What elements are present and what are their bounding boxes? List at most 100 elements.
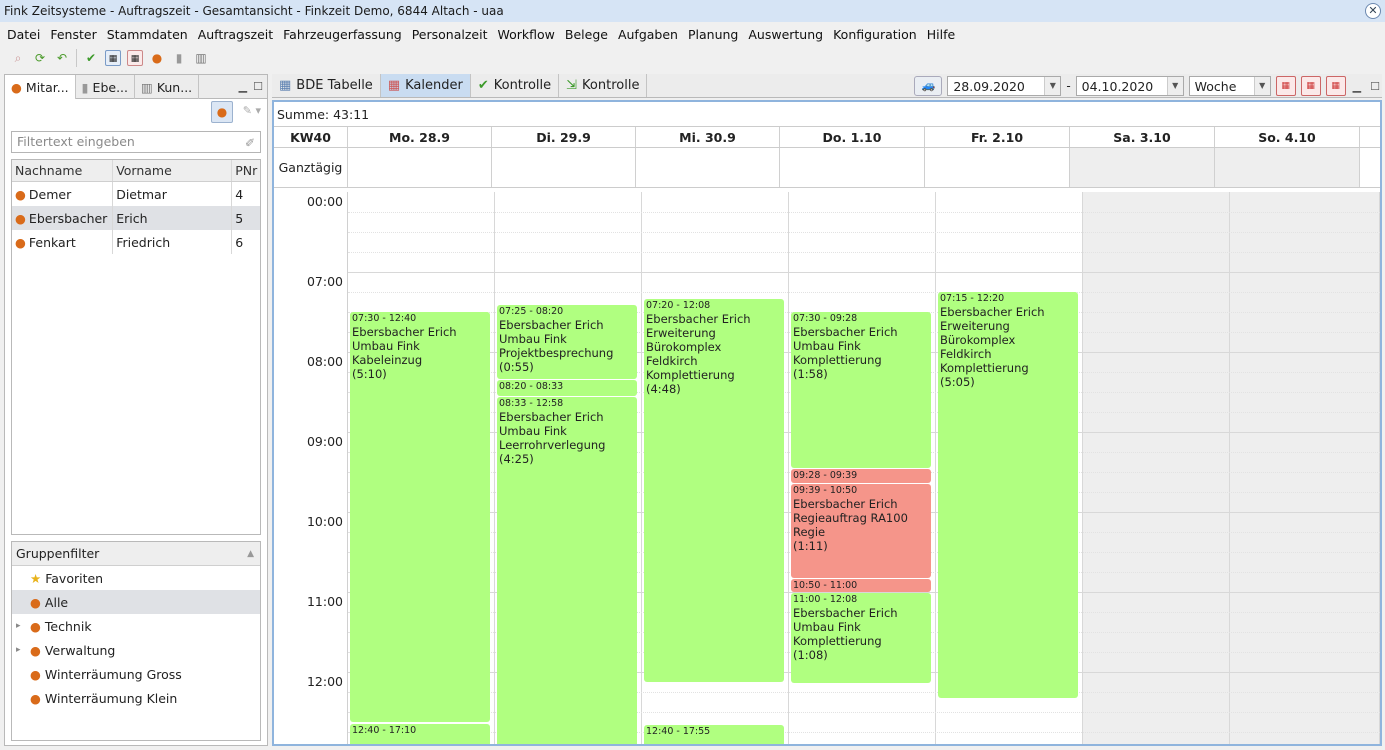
allday-cell[interactable] xyxy=(492,148,636,187)
minimize-icon[interactable]: ▁ xyxy=(1351,80,1363,93)
allday-cell[interactable] xyxy=(780,148,925,187)
expand-icon[interactable]: ▸ xyxy=(16,621,26,631)
col-nachname[interactable]: Nachname xyxy=(12,160,114,181)
calendar-today-icon[interactable]: ▦ xyxy=(1300,76,1321,96)
group-item-favoriten[interactable]: ★ Favoriten xyxy=(12,566,260,590)
menu-personalzeit[interactable]: Personalzeit xyxy=(407,27,493,42)
date-to-field[interactable]: 04.10.2020 ▼ xyxy=(1075,76,1184,96)
group-item-winter-klein[interactable]: ● Winterräumung Klein xyxy=(12,686,260,710)
group-label: Winterräumung Gross xyxy=(44,666,182,682)
calendar-prev-icon[interactable]: ▦ xyxy=(1275,76,1296,96)
chevron-down-icon[interactable]: ▼ xyxy=(1253,77,1270,95)
calendar-event[interactable]: 10:50 - 11:00 xyxy=(791,579,931,592)
day-header[interactable]: Mi. 30.9 xyxy=(636,127,780,147)
allday-cell[interactable] xyxy=(348,148,492,187)
calendar-event[interactable]: 07:30 - 09:28 Ebersbacher Erich Umbau Fi… xyxy=(791,312,931,468)
maximize-icon[interactable]: ☐ xyxy=(1368,80,1382,93)
cell-pnr: 5 xyxy=(235,210,244,226)
maximize-icon[interactable]: ☐ xyxy=(253,80,263,93)
day-header[interactable]: Do. 1.10 xyxy=(780,127,925,147)
day-header[interactable]: Fr. 2.10 xyxy=(925,127,1070,147)
calendar-event[interactable]: 07:30 - 12:40 Ebersbacher Erich Umbau Fi… xyxy=(350,312,490,722)
menu-fenster[interactable]: Fenster xyxy=(45,27,101,42)
refresh-icon[interactable]: ⟳ xyxy=(32,50,48,66)
table-row[interactable]: ● Fenkart Friedrich 6 xyxy=(12,230,260,254)
menu-stammdaten[interactable]: Stammdaten xyxy=(102,27,193,42)
group-item-winter-gross[interactable]: ● Winterräumung Gross xyxy=(12,662,260,686)
collapse-icon[interactable]: ▲ xyxy=(247,549,254,559)
table-row[interactable]: ● Ebersbacher Erich 5 xyxy=(12,206,260,230)
day-header[interactable]: Sa. 3.10 xyxy=(1070,127,1215,147)
chevron-down-icon[interactable]: ▼ xyxy=(1044,77,1061,95)
group-item-technik[interactable]: ▸ ● Technik xyxy=(12,614,260,638)
calendar-event[interactable]: 07:20 - 12:08 Ebersbacher Erich Erweiter… xyxy=(644,299,784,682)
group-item-verwaltung[interactable]: ▸ ● Verwaltung xyxy=(12,638,260,662)
view-select[interactable]: Woche ▼ xyxy=(1188,76,1271,96)
day-column[interactable] xyxy=(1083,192,1230,744)
eraser-icon[interactable]: ✐ xyxy=(245,133,255,153)
calendar-event[interactable]: 07:25 - 08:20 Ebersbacher Erich Umbau Fi… xyxy=(497,305,637,379)
calendar-next-icon[interactable]: ▦ xyxy=(1325,76,1346,96)
tag-dropdown-icon[interactable]: ✎ ▾ xyxy=(243,104,261,117)
group-label: Favoriten xyxy=(45,570,104,586)
cell-vorname: Erich xyxy=(113,206,233,230)
tab-mitarbeiter[interactable]: ● Mitar... xyxy=(5,75,76,99)
table-icon[interactable]: ▦ xyxy=(105,50,121,66)
week-number: KW40 xyxy=(274,127,348,147)
menu-fahrzeugerfassung[interactable]: Fahrzeugerfassung xyxy=(278,27,407,42)
allday-cell[interactable] xyxy=(1070,148,1215,187)
calendar-event[interactable]: 11:00 - 12:08 Ebersbacher Erich Umbau Fi… xyxy=(791,593,931,683)
date-from-field[interactable]: 28.09.2020 ▼ xyxy=(947,76,1062,96)
search-doc-icon[interactable]: ⌕ xyxy=(10,50,26,66)
menu-workflow[interactable]: Workflow xyxy=(492,27,559,42)
user-icon[interactable]: ● xyxy=(149,50,165,66)
chevron-down-icon[interactable]: ▼ xyxy=(1166,77,1183,95)
users-filter-button[interactable]: ● xyxy=(211,101,233,123)
menu-belege[interactable]: Belege xyxy=(560,27,613,42)
day-column[interactable] xyxy=(1230,192,1380,744)
calendar-event[interactable]: 08:33 - 12:58 Ebersbacher Erich Umbau Fi… xyxy=(497,397,637,744)
check-icon[interactable]: ✔ xyxy=(83,50,99,66)
calendar-event[interactable]: 07:15 - 12:20 Ebersbacher Erich Erweiter… xyxy=(938,292,1078,698)
calendar-event[interactable]: 09:28 - 09:39 xyxy=(791,469,931,483)
event-employee: Ebersbacher Erich xyxy=(352,325,457,339)
menu-datei[interactable]: Datei xyxy=(2,27,45,42)
vehicle-button[interactable]: 🚙 xyxy=(914,76,943,96)
allday-cell[interactable] xyxy=(636,148,780,187)
col-pnr[interactable]: PNr xyxy=(232,160,260,181)
menu-planung[interactable]: Planung xyxy=(683,27,743,42)
tab-kalender[interactable]: ▦ Kalender xyxy=(380,74,471,97)
calendar-event[interactable]: 08:20 - 08:33 xyxy=(497,380,637,396)
tab-bde-tabelle[interactable]: ▦ BDE Tabelle xyxy=(272,74,381,97)
menu-hilfe[interactable]: Hilfe xyxy=(922,27,960,42)
menu-aufgaben[interactable]: Aufgaben xyxy=(613,27,683,42)
expand-icon[interactable]: ▸ xyxy=(16,645,26,655)
day-header[interactable]: Di. 29.9 xyxy=(492,127,636,147)
calendar-icon[interactable]: ▦ xyxy=(127,50,143,66)
calendar-event[interactable]: 09:39 - 10:50 Ebersbacher Erich Regieauf… xyxy=(791,484,931,578)
undo-icon[interactable]: ↶ xyxy=(54,50,70,66)
database-icon[interactable]: ▮ xyxy=(171,50,187,66)
day-header[interactable]: So. 4.10 xyxy=(1215,127,1360,147)
table-row[interactable]: ● Demer Dietmar 4 xyxy=(12,182,260,206)
menu-auswertung[interactable]: Auswertung xyxy=(743,27,828,42)
day-header[interactable]: Mo. 28.9 xyxy=(348,127,492,147)
close-icon[interactable]: ✕ xyxy=(1365,3,1381,19)
group-filter-header[interactable]: Gruppenfilter ▲ xyxy=(12,542,260,566)
menu-auftragszeit[interactable]: Auftragszeit xyxy=(193,27,278,42)
group-item-alle[interactable]: ● Alle xyxy=(12,590,260,614)
allday-cell[interactable] xyxy=(925,148,1070,187)
tab-kontrolle-1[interactable]: ✔ Kontrolle xyxy=(471,74,560,97)
minimize-icon[interactable]: ▁ xyxy=(239,80,247,93)
calendar-event[interactable]: 12:40 - 17:10 xyxy=(350,724,490,744)
tab-kontrolle-2[interactable]: ⇲ Kontrolle xyxy=(559,74,648,97)
building-icon[interactable]: ▥ xyxy=(193,50,209,66)
menu-konfiguration[interactable]: Konfiguration xyxy=(828,27,922,42)
col-vorname[interactable]: Vorname xyxy=(113,160,233,181)
tab-kunden[interactable]: ▥ Kun... xyxy=(135,75,200,99)
filter-input[interactable]: Filtertext eingeben ✐ xyxy=(11,131,261,153)
allday-cell[interactable] xyxy=(1215,148,1360,187)
calendar-event[interactable]: 12:40 - 17:55 xyxy=(644,725,784,744)
tab-ebenen[interactable]: ▮ Ebe... xyxy=(76,75,135,99)
event-task: Komplettierung xyxy=(646,368,735,382)
